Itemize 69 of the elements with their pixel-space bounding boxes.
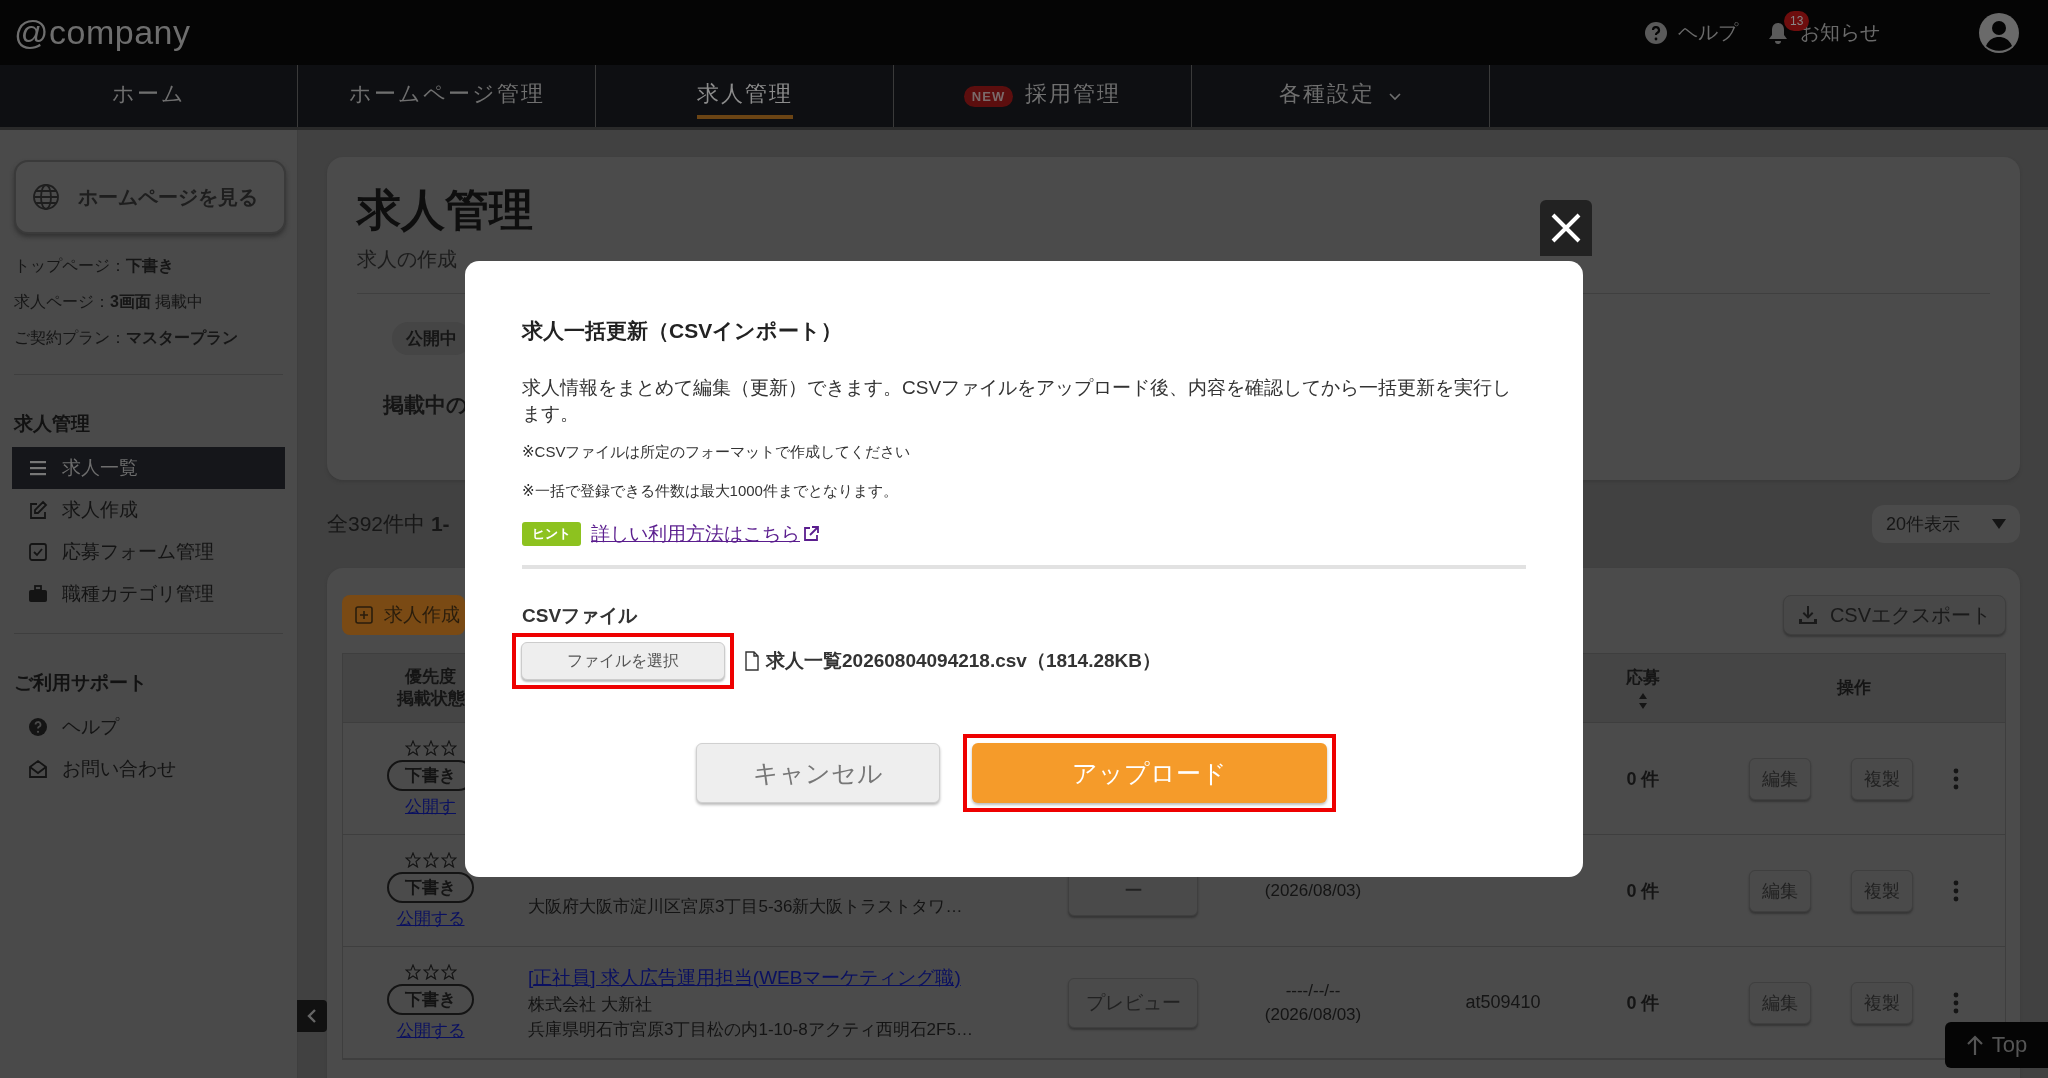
file-icon (744, 651, 760, 671)
avatar-icon[interactable] (1978, 11, 2020, 54)
nav-tab[interactable]: 各種設定 (1192, 65, 1490, 127)
field-label: CSVファイル (522, 604, 639, 628)
star-icon (422, 963, 439, 980)
star-rating[interactable] (404, 851, 457, 868)
dialog-title: 求人一括更新（CSVインポート） (522, 318, 844, 344)
create-job-button[interactable]: 求人作成 (342, 595, 465, 635)
upload-button[interactable]: アップロード (972, 743, 1327, 803)
arrow-up-icon (1965, 1034, 1984, 1056)
dialog-description: 求人情報をまとめて編集（更新）できます。CSVファイルをアップロード後、内容を確認してから一括更新を実行します。 (522, 376, 1512, 426)
star-icon (440, 739, 457, 756)
publish-link[interactable]: 公開す (405, 794, 456, 818)
date-text: ----/--/-- (1285, 980, 1341, 1001)
close-icon (1549, 211, 1583, 245)
date-text: (2026/08/03) (1264, 880, 1362, 901)
envelope-icon (28, 759, 48, 779)
star-icon (404, 963, 421, 980)
help-icon (28, 717, 48, 737)
cancel-button[interactable]: キャンセル (696, 743, 940, 803)
close-button[interactable] (1540, 200, 1592, 256)
date-text: (2026/08/03) (1264, 1004, 1362, 1025)
star-icon (404, 851, 421, 868)
note-text: ※一括で登録できる件数は最大1000件までとなります。 (522, 482, 899, 501)
nav-tab[interactable]: NEW 採用管理 (894, 65, 1192, 127)
download-icon (1797, 605, 1818, 625)
checkbox-icon (28, 542, 48, 562)
section-heading: 求人管理 (14, 412, 91, 436)
back-to-top-button[interactable]: Top (1945, 1022, 2048, 1068)
star-icon (422, 851, 439, 868)
more-icon[interactable] (1953, 878, 1959, 903)
star-icon (440, 851, 457, 868)
star-icon (422, 739, 439, 756)
help-icon[interactable] (1644, 20, 1668, 45)
globe-icon (32, 183, 60, 211)
publish-link[interactable]: 公開する (396, 1018, 465, 1042)
page-title: 求人管理 (357, 184, 533, 236)
external-link-icon (802, 525, 820, 543)
nav-tab[interactable]: ホーム (0, 65, 298, 127)
file-name: 求人一覧20260804094218.csv（1814.28KB） (744, 648, 1162, 674)
logo[interactable]: @company (14, 13, 191, 52)
list-icon (28, 458, 48, 478)
sidebar-item[interactable]: 求人一覧 (12, 447, 285, 489)
more-icon[interactable] (1953, 766, 1959, 791)
publish-link[interactable]: 公開する (396, 906, 465, 930)
sort-icon[interactable] (1638, 693, 1648, 709)
more-icon[interactable] (1953, 990, 1959, 1015)
star-rating[interactable] (404, 963, 457, 980)
help-link[interactable]: ヘルプ (1678, 19, 1738, 46)
bell-icon[interactable] (1766, 20, 1790, 45)
nav-tab[interactable]: ホームページ管理 (298, 65, 596, 127)
star-icon (404, 739, 421, 756)
hint-badge: ヒント (522, 522, 581, 546)
section-heading: ご利用サポート (14, 671, 148, 695)
job-title-link[interactable]: [正社員] 求人広告運用担当(WEBマーケティング職) (528, 964, 961, 991)
status-label: 下書き (387, 983, 474, 1015)
new-badge: NEW (963, 85, 1014, 107)
plus-icon (354, 605, 374, 625)
collapse-sidebar-button[interactable] (297, 1000, 327, 1032)
chevron-left-icon (306, 1008, 318, 1024)
edit-icon (28, 500, 48, 520)
note-text: ※CSVファイルは所定のフォーマットで作成してください (522, 443, 912, 462)
nav-tab[interactable]: 求人管理 (596, 65, 894, 127)
usage-guide-link[interactable]: 詳しい利用方法はこちら (591, 521, 820, 547)
star-rating[interactable] (404, 739, 457, 756)
choose-file-button[interactable]: ファイルを選択 (521, 642, 725, 680)
dropdown-triangle-icon (1992, 519, 2006, 529)
briefcase-icon (28, 584, 48, 604)
star-icon (440, 963, 457, 980)
